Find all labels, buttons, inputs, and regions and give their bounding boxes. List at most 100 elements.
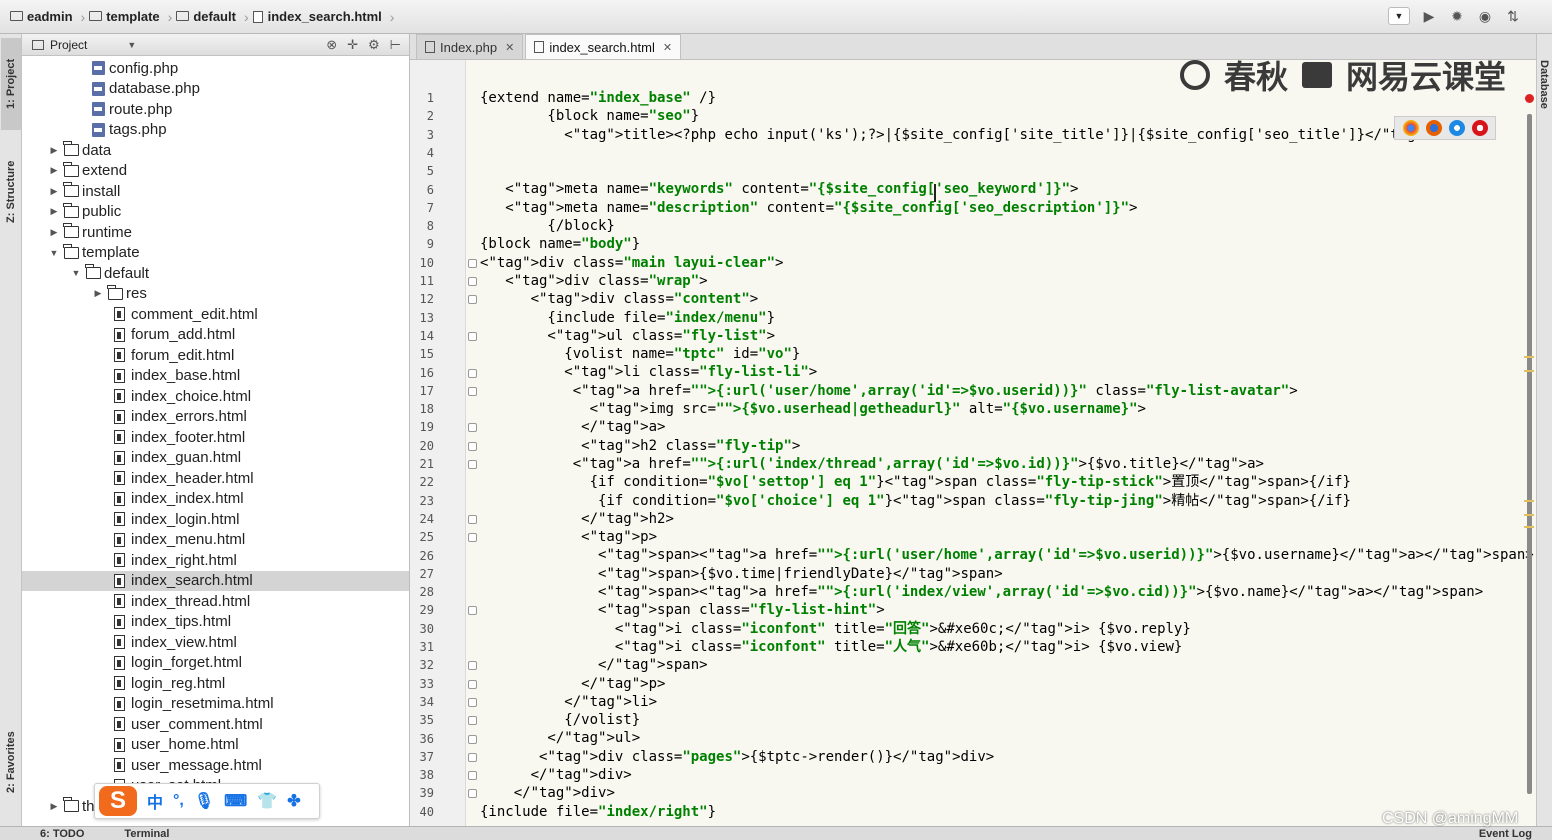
code-line[interactable]: <"tag">div class="pages">{$tptc->render(… xyxy=(480,748,1506,766)
code-line[interactable]: {block name="body"} xyxy=(480,235,1506,253)
code-line[interactable]: </"tag">h2> xyxy=(480,510,1506,528)
code-line[interactable]: <"tag">div class="main layui-clear"> xyxy=(480,254,1506,272)
close-icon[interactable]: ✕ xyxy=(663,41,672,54)
breadcrumb-item-template[interactable]: template xyxy=(89,9,160,24)
code-line[interactable]: <"tag">h2 class="fly-tip"> xyxy=(480,437,1506,455)
ime-punctuation-toggle[interactable]: °, xyxy=(173,792,184,810)
microphone-icon[interactable]: 🎙 xyxy=(194,791,214,811)
tree-item[interactable]: index_index.html xyxy=(22,489,409,510)
collapsed-arrow-icon[interactable]: ▶ xyxy=(48,227,60,238)
tree-item[interactable]: ▶ runtime xyxy=(22,222,409,243)
tree-item[interactable]: ▶ data xyxy=(22,140,409,161)
editor-scrollbar[interactable] xyxy=(1524,60,1536,826)
tree-item[interactable]: forum_add.html xyxy=(22,325,409,346)
tree-item[interactable]: index_search.html xyxy=(22,570,409,591)
code-line[interactable]: <"tag">p> xyxy=(480,528,1506,546)
vcs-icon[interactable]: ⇅ xyxy=(1504,7,1522,25)
fold-marker-icon[interactable] xyxy=(468,533,477,543)
tab-todo[interactable]: 6: TODO xyxy=(40,828,84,840)
collapse-all-icon[interactable]: ⊗ xyxy=(326,37,337,53)
fold-marker-icon[interactable] xyxy=(468,752,477,762)
coverage-icon[interactable]: ◉ xyxy=(1476,7,1494,25)
scroll-from-source-icon[interactable]: ✛ xyxy=(347,37,358,53)
code-line[interactable]: <"tag">a href="">{:url('user/home',array… xyxy=(480,382,1506,400)
code-line[interactable]: </"tag">ul> xyxy=(480,729,1506,747)
expanded-arrow-icon[interactable]: ▼ xyxy=(48,248,60,258)
collapsed-arrow-icon[interactable]: ▶ xyxy=(48,206,60,217)
collapsed-arrow-icon[interactable]: ▶ xyxy=(48,186,60,197)
tree-item[interactable]: database.php xyxy=(22,79,409,100)
fold-marker-icon[interactable] xyxy=(468,368,477,378)
tree-item[interactable]: ▶ public xyxy=(22,202,409,223)
chrome-icon[interactable] xyxy=(1402,120,1419,136)
code-line[interactable]: <"tag">title><?php echo input('ks');?>|{… xyxy=(480,126,1506,144)
breadcrumb-item-default[interactable]: default xyxy=(176,9,236,24)
warning-marker[interactable] xyxy=(1524,370,1534,372)
tree-item[interactable]: login_forget.html xyxy=(22,653,409,674)
tree-item[interactable]: ▶ res xyxy=(22,284,409,305)
toolbox-icon[interactable]: ✤ xyxy=(287,791,300,811)
code-line[interactable]: </"tag">span> xyxy=(480,656,1506,674)
code-line[interactable]: {/block} xyxy=(480,217,1506,235)
code-line[interactable]: <"tag">a href="">{:url('index/thread',ar… xyxy=(480,455,1506,473)
fold-marker-icon[interactable] xyxy=(468,295,477,305)
code-line[interactable]: <"tag">span><"tag">a href="">{:url('inde… xyxy=(480,583,1506,601)
code-line[interactable]: {if condition="$vo['choice'] eq 1"}<"tag… xyxy=(480,492,1506,510)
tree-item[interactable]: index_menu.html xyxy=(22,530,409,551)
code-line[interactable]: <"tag">span class="fly-list-hint"> xyxy=(480,601,1506,619)
tree-item[interactable]: tags.php xyxy=(22,120,409,141)
expanded-arrow-icon[interactable]: ▼ xyxy=(70,268,82,278)
collapsed-arrow-icon[interactable]: ▶ xyxy=(48,165,60,176)
code-line[interactable]: <"tag">ul class="fly-list"> xyxy=(480,327,1506,345)
chevron-down-icon[interactable]: ▼ xyxy=(127,40,136,50)
fold-marker-icon[interactable] xyxy=(468,606,477,616)
tree-item[interactable]: ▶ install xyxy=(22,181,409,202)
code-line[interactable]: <"tag">i class="iconfont" title="人气">&#x… xyxy=(480,638,1506,656)
breadcrumb-item-file[interactable]: index_search.html xyxy=(252,9,382,24)
warning-marker[interactable] xyxy=(1524,500,1534,502)
tree-item[interactable]: user_home.html xyxy=(22,735,409,756)
code-line[interactable]: {block name="seo"} xyxy=(480,107,1506,125)
fold-marker-icon[interactable] xyxy=(468,441,477,451)
tree-item[interactable]: config.php xyxy=(22,58,409,79)
code-line[interactable]: <"tag">img src="">{$vo.userhead|getheadu… xyxy=(480,400,1506,418)
tab-terminal[interactable]: Terminal xyxy=(124,828,169,840)
fold-marker-icon[interactable] xyxy=(468,661,477,671)
project-view-select[interactable]: Project xyxy=(50,38,87,52)
code-line[interactable]: {if condition="$vo['settop'] eq 1"}<"tag… xyxy=(480,473,1506,491)
tree-item[interactable]: index_header.html xyxy=(22,468,409,489)
tree-item[interactable]: index_tips.html xyxy=(22,612,409,633)
tab-structure[interactable]: Z: Structure xyxy=(1,144,21,240)
tab-database[interactable]: Database xyxy=(1538,60,1550,109)
tree-item[interactable]: login_resetmima.html xyxy=(22,694,409,715)
fold-marker-icon[interactable] xyxy=(468,386,477,396)
tab-index-search-html[interactable]: index_search.html ✕ xyxy=(525,34,682,59)
tree-item[interactable]: index_right.html xyxy=(22,550,409,571)
tree-item[interactable]: user_comment.html xyxy=(22,714,409,735)
code-line[interactable]: <"tag">span><"tag">a href="">{:url('user… xyxy=(480,546,1534,564)
code-line[interactable]: {volist name="tptc" id="vo"} xyxy=(480,345,1506,363)
tree-item[interactable]: route.php xyxy=(22,99,409,120)
scrollbar-thumb[interactable] xyxy=(1527,114,1532,794)
tab-event-log[interactable]: Event Log xyxy=(1479,828,1532,840)
code-line[interactable]: {include file="index/menu"} xyxy=(480,309,1506,327)
close-icon[interactable]: ✕ xyxy=(505,41,514,54)
code-line[interactable]: <"tag">div class="wrap"> xyxy=(480,272,1506,290)
debug-icon[interactable]: ✹ xyxy=(1448,7,1466,25)
tree-item[interactable]: forum_edit.html xyxy=(22,345,409,366)
code-line[interactable]: {include file="index/right"} xyxy=(480,803,1506,821)
fold-marker-icon[interactable] xyxy=(468,514,477,524)
collapsed-arrow-icon[interactable]: ▶ xyxy=(92,288,104,299)
code-line[interactable] xyxy=(480,144,1506,162)
warning-marker[interactable] xyxy=(1524,356,1534,358)
fold-marker-icon[interactable] xyxy=(468,734,477,744)
fold-marker-icon[interactable] xyxy=(468,771,477,781)
code-line[interactable]: </"tag">div> xyxy=(480,766,1506,784)
tab-favorites[interactable]: 2: Favorites xyxy=(1,714,21,810)
warning-marker[interactable] xyxy=(1524,514,1534,516)
fold-marker-icon[interactable] xyxy=(468,331,477,341)
tree-item[interactable]: index_login.html xyxy=(22,509,409,530)
tree-item[interactable]: index_guan.html xyxy=(22,448,409,469)
tree-item[interactable]: ▼ default xyxy=(22,263,409,284)
keyboard-icon[interactable]: ⌨ xyxy=(224,791,247,811)
